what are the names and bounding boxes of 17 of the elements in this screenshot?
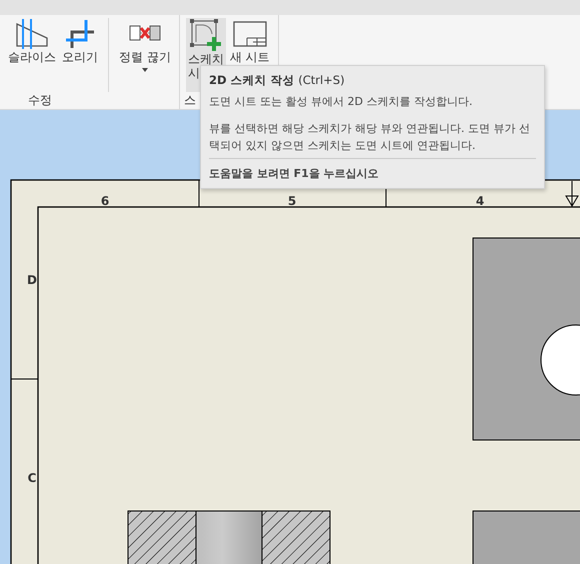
sketch-icon	[188, 18, 223, 52]
slice-button[interactable]: 슬라이스	[6, 18, 58, 92]
column-number: 6	[100, 194, 110, 208]
row-letter: D	[27, 273, 37, 287]
crop-button[interactable]: 오리기	[60, 18, 100, 92]
tooltip-text: 도면 시트 또는 활성 뷰에서 2D 스케치를 작성합니다.	[209, 94, 474, 110]
column-number: 5	[288, 194, 296, 208]
crop-icon	[64, 18, 96, 50]
arrow-icon	[565, 180, 579, 207]
break-button[interactable]: 정렬 끊기	[117, 18, 173, 92]
help-hint: 도움말을 보려면 F1을 누르십시오	[209, 166, 380, 182]
tooltip-text: 뷰를 선택하면 해당 스케치가 해당 뷰와 연관됩니다. 도면 뷰가 선택되어 있지 않으면 스케치는 도면 시트에 연관됩니다.	[209, 121, 531, 154]
group-label: 수정	[28, 92, 52, 108]
row-letter: C	[28, 471, 36, 485]
group-label: 스	[184, 92, 196, 108]
column-number: 4	[476, 194, 484, 208]
slice-icon	[15, 18, 49, 50]
